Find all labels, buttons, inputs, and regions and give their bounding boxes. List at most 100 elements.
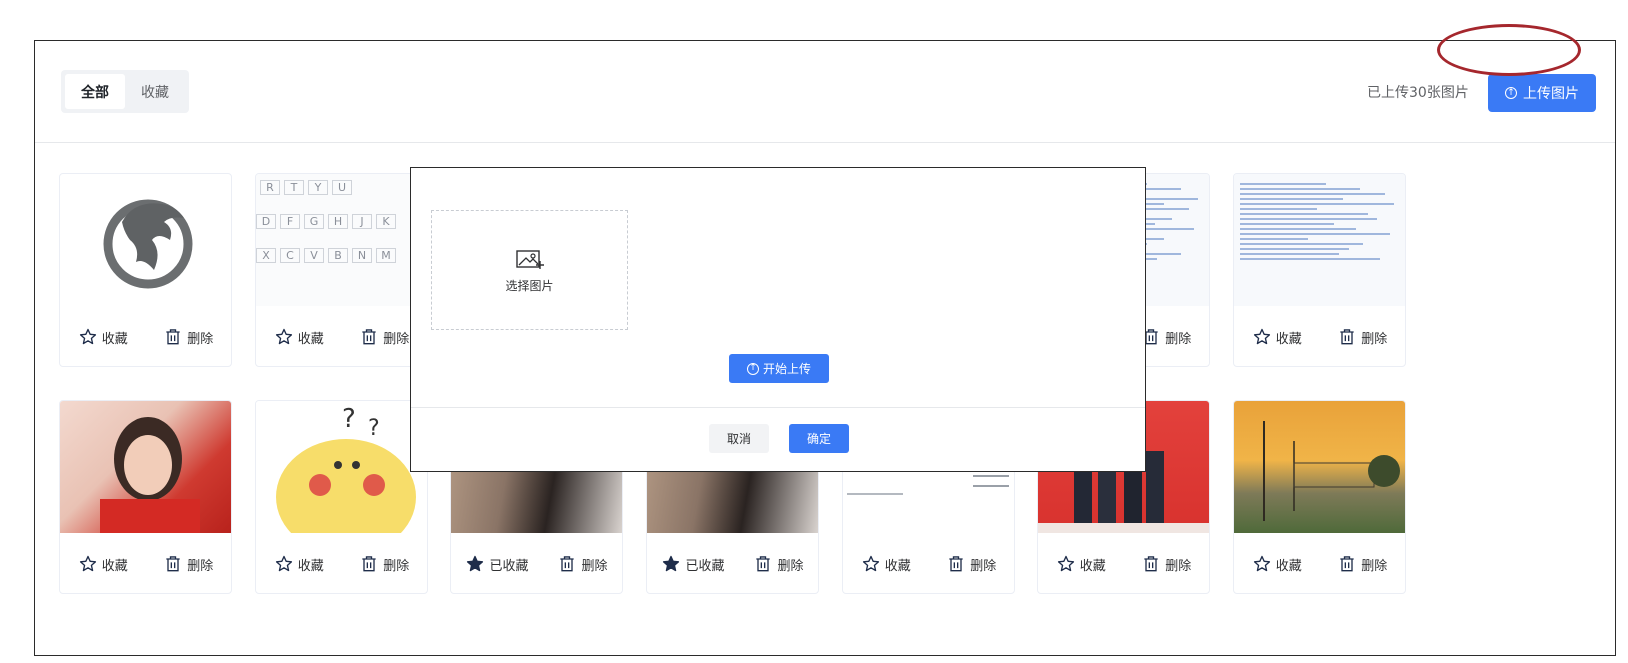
tab-all[interactable]: 全部	[65, 74, 125, 109]
delete-button[interactable]: 删除	[557, 554, 608, 574]
delete-button[interactable]: 删除	[1337, 554, 1387, 574]
star-filled-icon	[663, 555, 680, 572]
delete-button[interactable]: 删除	[946, 554, 996, 574]
upload-arrow-icon: ↑	[1505, 87, 1517, 99]
trash-icon	[1144, 556, 1158, 572]
upload-image-button[interactable]: ↑ 上传图片	[1488, 74, 1596, 112]
trash-icon	[560, 556, 575, 572]
delete-label: 删除	[581, 558, 608, 574]
key-label: Y	[308, 180, 328, 195]
delete-label: 删除	[383, 331, 410, 347]
delete-button[interactable]: 删除	[1141, 327, 1191, 347]
upload-dialog: 选择图片 ↑ 开始上传 取消 确定	[410, 167, 1146, 472]
key-label: T	[284, 180, 304, 195]
favorite-button[interactable]: 收藏	[274, 554, 324, 574]
dialog-divider	[411, 407, 1145, 408]
gallery-header: 全部 收藏 已上传30张图片 ↑ 上传图片	[35, 41, 1615, 143]
key-label: F	[280, 214, 300, 229]
delete-button[interactable]: 删除	[163, 327, 213, 347]
favorite-label: 收藏	[1275, 558, 1302, 574]
favorite-button[interactable]: 收藏	[1252, 327, 1302, 347]
key-label: N	[352, 248, 372, 263]
pikachu-image[interactable]: ? ?	[256, 401, 427, 533]
favorite-label: 收藏	[297, 558, 324, 574]
delete-button[interactable]: 删除	[359, 327, 409, 347]
unfavorite-button[interactable]: 已收藏	[465, 554, 529, 574]
favorite-button[interactable]: 收藏	[274, 327, 324, 347]
key-label: U	[332, 180, 352, 195]
dragon-logo-image[interactable]	[60, 174, 231, 306]
trash-icon	[1340, 556, 1354, 572]
sunset-image[interactable]	[1234, 401, 1405, 533]
delete-label: 删除	[1165, 558, 1192, 574]
start-upload-label: 开始上传	[762, 362, 811, 376]
keyboard-image[interactable]: R T Y U D F G H J K X C V B N M	[256, 174, 427, 306]
star-outline-icon	[1253, 555, 1270, 572]
delete-button[interactable]: 删除	[163, 554, 213, 574]
delete-label: 删除	[1361, 558, 1388, 574]
star-outline-icon	[275, 328, 292, 345]
image-card: 收藏 删除	[59, 173, 232, 367]
favorite-button[interactable]: 收藏	[861, 554, 911, 574]
start-upload-button[interactable]: ↑ 开始上传	[729, 354, 829, 383]
delete-label: 删除	[187, 331, 214, 347]
upload-count: 已上传30张图片	[1367, 85, 1469, 101]
trash-icon	[756, 556, 771, 572]
delete-label: 删除	[383, 558, 410, 574]
trash-icon	[166, 556, 180, 572]
key-label: H	[328, 214, 348, 229]
trash-icon	[362, 556, 376, 572]
delete-label: 删除	[1361, 331, 1388, 347]
favorite-button[interactable]: 收藏	[1056, 554, 1106, 574]
portrait-image[interactable]	[60, 401, 231, 533]
star-outline-icon	[275, 555, 292, 572]
key-label: K	[376, 214, 396, 229]
upload-button-label: 上传图片	[1523, 86, 1579, 102]
favorite-label: 收藏	[1275, 331, 1302, 347]
key-label: G	[304, 214, 324, 229]
delete-button[interactable]: 删除	[1337, 327, 1387, 347]
delete-label: 删除	[777, 558, 804, 574]
unfavorite-button[interactable]: 已收藏	[661, 554, 725, 574]
image-card: 收藏 删除	[1233, 173, 1406, 367]
favorite-button[interactable]: 收藏	[78, 554, 128, 574]
favorited-label: 已收藏	[685, 558, 725, 574]
delete-button[interactable]: 删除	[753, 554, 804, 574]
delete-label: 删除	[187, 558, 214, 574]
image-card: 收藏 删除	[59, 400, 232, 594]
favorite-label: 收藏	[1079, 558, 1106, 574]
confirm-button[interactable]: 确定	[789, 424, 849, 453]
image-card: ? ? 收藏 删除	[255, 400, 428, 594]
image-card: 收藏 删除	[1233, 400, 1406, 594]
cancel-button[interactable]: 取消	[709, 424, 769, 453]
star-outline-icon	[862, 555, 879, 572]
key-label: V	[304, 248, 324, 263]
favorite-button[interactable]: 收藏	[78, 327, 128, 347]
delete-label: 删除	[970, 558, 997, 574]
image-card: R T Y U D F G H J K X C V B N M 收藏 删除	[255, 173, 428, 367]
favorite-button[interactable]: 收藏	[1252, 554, 1302, 574]
favorite-label: 收藏	[297, 331, 324, 347]
upload-arrow-icon: ↑	[746, 362, 759, 375]
choose-image-label: 选择图片	[505, 278, 554, 293]
trash-icon	[1340, 329, 1354, 345]
svg-text:?: ?	[342, 404, 356, 434]
key-label: X	[256, 248, 276, 263]
favorited-label: 已收藏	[489, 558, 529, 574]
key-label: J	[352, 214, 372, 229]
delete-button[interactable]: 删除	[359, 554, 409, 574]
code-screenshot-image[interactable]	[1234, 174, 1405, 306]
tab-favorites[interactable]: 收藏	[125, 74, 185, 109]
trash-icon	[362, 329, 376, 345]
star-outline-icon	[1057, 555, 1074, 572]
star-outline-icon	[79, 328, 96, 345]
key-label: R	[260, 180, 280, 195]
star-filled-icon	[467, 555, 484, 572]
delete-button[interactable]: 删除	[1141, 554, 1191, 574]
svg-text:?: ?	[368, 416, 380, 441]
star-outline-icon	[1253, 328, 1270, 345]
favorite-label: 收藏	[101, 331, 128, 347]
choose-image-area[interactable]: 选择图片	[431, 210, 628, 330]
add-image-icon	[515, 249, 544, 269]
key-label: C	[280, 248, 300, 263]
